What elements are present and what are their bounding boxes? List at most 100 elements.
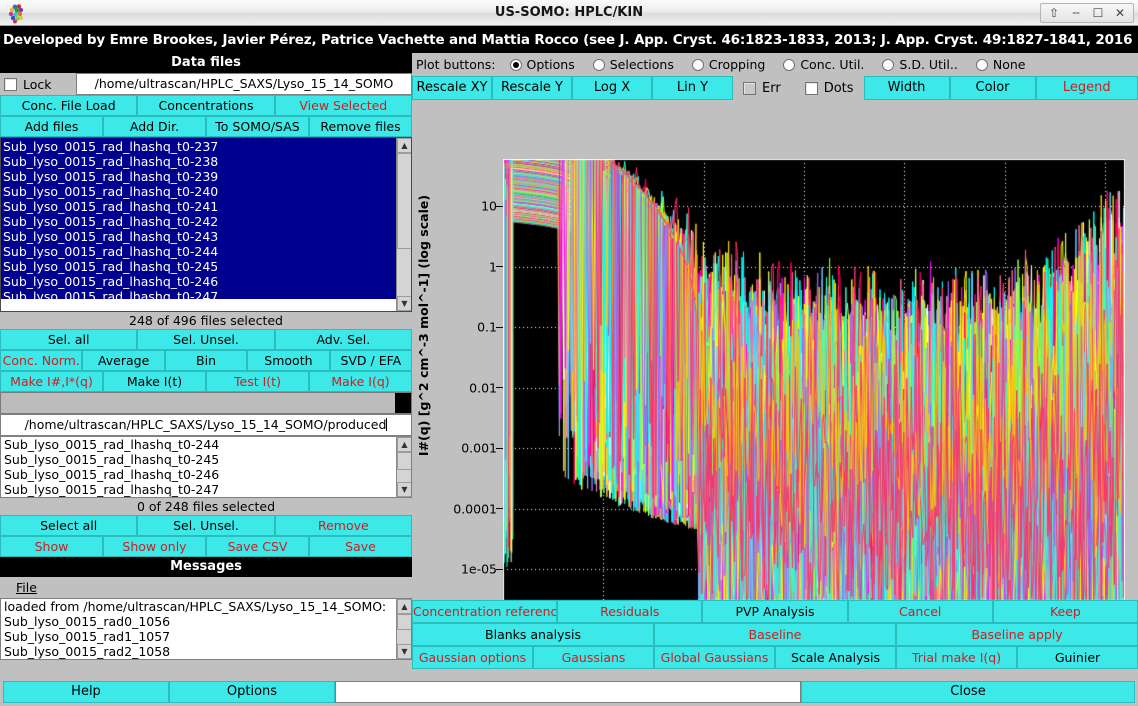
make-i-hash-istar-q-button[interactable]: Make I#,I*(q): [0, 371, 103, 392]
data-file-list-scrollbar[interactable]: ▲ ▼: [396, 138, 411, 311]
show-only-button[interactable]: Show only: [103, 536, 206, 557]
baseline-apply-button[interactable]: Baseline apply: [896, 623, 1138, 646]
produced-list-item[interactable]: Sub_lyso_0015_rad_lhashq_t0-245: [1, 452, 411, 467]
scroll-down-icon[interactable]: ▼: [397, 296, 412, 311]
maximize-icon[interactable]: ☐: [1087, 4, 1109, 22]
messages-scroll-down-icon[interactable]: ▼: [397, 644, 412, 659]
messages-text-area[interactable]: loaded from /home/ultrascan/HPLC_SAXS/Ly…: [0, 598, 412, 660]
radio-icon[interactable]: [783, 59, 795, 71]
baseline-button[interactable]: Baseline: [654, 623, 896, 646]
produced-path-field[interactable]: /home/ultrascan/HPLC_SAXS/Lyso_15_14_SOM…: [0, 414, 412, 436]
messages-scroll-track[interactable]: [397, 614, 411, 644]
save-csv-button[interactable]: Save CSV: [206, 536, 309, 557]
average-button[interactable]: Average: [82, 350, 164, 371]
minimize-icon[interactable]: ╌: [1065, 4, 1087, 22]
svd-efa-button[interactable]: SVD / EFA: [330, 350, 412, 371]
plot-canvas[interactable]: [503, 159, 1125, 601]
produced-list-item[interactable]: Sub_lyso_0015_rad_lhashq_t0-246: [1, 467, 411, 482]
add-files-button[interactable]: Add files: [0, 116, 103, 137]
gaussian-options-button[interactable]: Gaussian options: [412, 646, 533, 669]
plot-mode-none[interactable]: None: [976, 57, 1026, 72]
make-it-button[interactable]: Make I(t): [103, 371, 206, 392]
file-list-item[interactable]: Sub_lyso_0015_rad_lhashq_t0-242: [3, 214, 411, 229]
conc-file-load-button[interactable]: Conc. File Load: [0, 95, 137, 116]
concentrations-button[interactable]: Concentrations: [137, 95, 274, 116]
gaussians-button[interactable]: Gaussians: [533, 646, 654, 669]
bottom-close-button[interactable]: Close: [801, 681, 1135, 703]
scroll-up-icon[interactable]: ▲: [397, 138, 412, 153]
pvp-analysis-button[interactable]: PVP Analysis: [702, 600, 847, 623]
err-checkbox[interactable]: [743, 82, 756, 95]
log-x-button[interactable]: Log X: [572, 76, 652, 100]
smooth-button[interactable]: Smooth: [247, 350, 329, 371]
radio-icon[interactable]: [593, 59, 605, 71]
save-button[interactable]: Save: [309, 536, 412, 557]
file-list-item[interactable]: Sub_lyso_0015_rad_lhashq_t0-245: [3, 259, 411, 274]
lock-checkbox[interactable]: [4, 78, 17, 91]
produced-list-item[interactable]: Sub_lyso_0015_rad_lhashq_t0-247: [1, 482, 411, 497]
scroll-thumb[interactable]: [397, 153, 412, 249]
messages-scrollbar[interactable]: ▲ ▼: [396, 599, 411, 659]
messages-scroll-up-icon[interactable]: ▲: [397, 599, 412, 614]
plot-mode-s-d-util[interactable]: S.D. Util..: [882, 57, 957, 72]
view-selected-button[interactable]: View Selected: [275, 95, 412, 116]
rescale-y-button[interactable]: Rescale Y: [492, 76, 572, 100]
plot-mode-selections[interactable]: Selections: [593, 57, 674, 72]
file-list-item[interactable]: Sub_lyso_0015_rad_lhashq_t0-243: [3, 229, 411, 244]
bottom-options-button[interactable]: Options: [169, 681, 335, 703]
plot-mode-cropping[interactable]: Cropping: [692, 57, 765, 72]
plot-mode-conc-util[interactable]: Conc. Util.: [783, 57, 864, 72]
to-somo-sas-button[interactable]: To SOMO/SAS: [206, 116, 309, 137]
produced-sel-unsel-button[interactable]: Sel. Unsel.: [137, 515, 274, 536]
plot-mode-options[interactable]: Options: [510, 57, 575, 72]
produced-list-scrollbar[interactable]: ▲ ▼: [396, 437, 411, 497]
produced-scroll-track[interactable]: [397, 452, 411, 482]
messages-file-menu[interactable]: File: [10, 578, 43, 597]
color-button[interactable]: Color: [950, 76, 1036, 100]
radio-icon[interactable]: [510, 59, 522, 71]
produced-scroll-thumb[interactable]: [397, 452, 412, 470]
keep-button[interactable]: Keep: [993, 600, 1138, 623]
cancel-button[interactable]: Cancel: [848, 600, 993, 623]
file-list-item[interactable]: Sub_lyso_0015_rad_lhashq_t0-244: [3, 244, 411, 259]
conc-norm-button[interactable]: Conc. Norm.: [0, 350, 82, 371]
bin-button[interactable]: Bin: [165, 350, 247, 371]
adv-sel-button[interactable]: Adv. Sel.: [275, 329, 412, 350]
saxs-plot[interactable]: I#(q) [g^2 cm^-3 mol^-1] (log scale) 101…: [412, 100, 1138, 600]
make-iq-button[interactable]: Make I(q): [309, 371, 412, 392]
produced-scroll-down-icon[interactable]: ▼: [397, 482, 412, 497]
err-checkbox-group[interactable]: Err: [733, 76, 791, 100]
legend-button[interactable]: Legend: [1036, 76, 1138, 100]
select-all-button[interactable]: Select all: [0, 515, 137, 536]
file-list-item[interactable]: Sub_lyso_0015_rad_lhashq_t0-241: [3, 199, 411, 214]
global-gaussians-button[interactable]: Global Gaussians: [654, 646, 775, 669]
blanks-analysis-button[interactable]: Blanks analysis: [412, 623, 654, 646]
restore-up-icon[interactable]: ⇧: [1043, 4, 1065, 22]
residuals-button[interactable]: Residuals: [557, 600, 702, 623]
width-button[interactable]: Width: [864, 76, 950, 100]
file-list-item[interactable]: Sub_lyso_0015_rad_lhashq_t0-240: [3, 184, 411, 199]
messages-scroll-thumb[interactable]: [397, 614, 412, 630]
sel-all-button[interactable]: Sel. all: [0, 329, 137, 350]
scale-analysis-button[interactable]: Scale Analysis: [775, 646, 896, 669]
data-file-list[interactable]: Sub_lyso_0015_rad_lhashq_t0-237 Sub_lyso_…: [0, 137, 412, 312]
remove-files-button[interactable]: Remove files: [309, 116, 412, 137]
dots-checkbox[interactable]: [805, 82, 818, 95]
trial-make-iq-button[interactable]: Trial make I(q): [896, 646, 1017, 669]
dots-checkbox-group[interactable]: Dots: [791, 76, 864, 100]
radio-icon[interactable]: [692, 59, 704, 71]
radio-icon[interactable]: [976, 59, 988, 71]
add-dir-button[interactable]: Add Dir.: [103, 116, 206, 137]
close-icon[interactable]: ✕: [1109, 4, 1131, 22]
lock-checkbox-group[interactable]: Lock: [0, 73, 76, 95]
test-it-button[interactable]: Test I(t): [206, 371, 309, 392]
file-list-item[interactable]: Sub_lyso_0015_rad_lhashq_t0-237: [3, 139, 411, 154]
produced-file-list[interactable]: Sub_lyso_0015_rad_lhashq_t0-244Sub_lyso_…: [0, 436, 412, 498]
produced-scroll-up-icon[interactable]: ▲: [397, 437, 412, 452]
file-list-item[interactable]: Sub_lyso_0015_rad_lhashq_t0-239: [3, 169, 411, 184]
help-button[interactable]: Help: [3, 681, 169, 703]
guinier-button[interactable]: Guinier: [1017, 646, 1138, 669]
concentration-reference-button[interactable]: Concentration reference: [412, 600, 557, 623]
show-button[interactable]: Show: [0, 536, 103, 557]
radio-icon[interactable]: [882, 59, 894, 71]
